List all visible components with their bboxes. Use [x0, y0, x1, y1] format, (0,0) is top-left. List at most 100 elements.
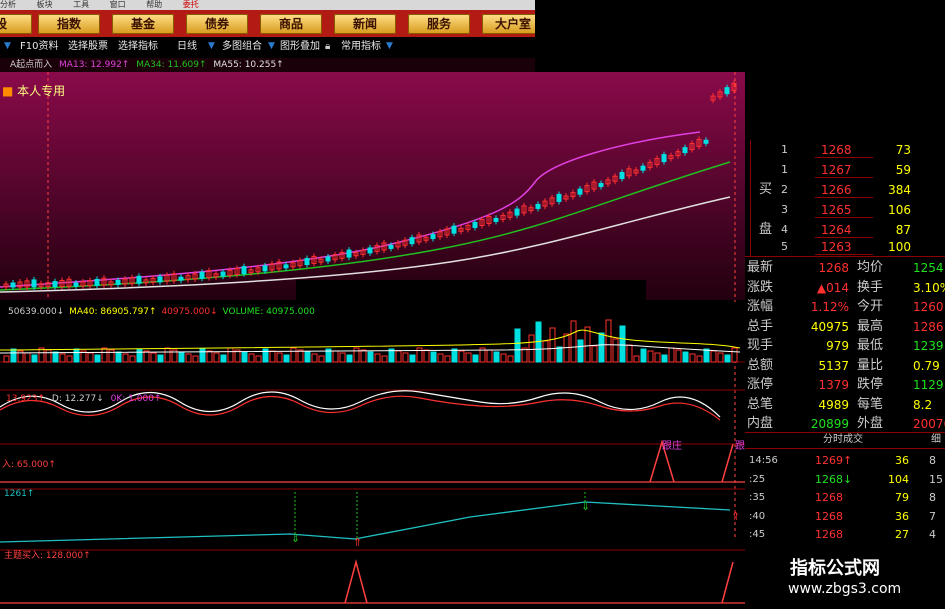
- volume-bar: [157, 354, 164, 363]
- quote-label: 均价: [857, 260, 884, 275]
- quote-value: 5137: [818, 358, 849, 373]
- quote-value: 1239: [913, 339, 944, 353]
- quote-label: 量比: [857, 357, 884, 373]
- tick-price: 1268: [815, 509, 843, 523]
- up-arrow-icon: ⇑: [731, 510, 740, 523]
- quote-label: 最高: [857, 318, 884, 334]
- up-arrow-icon: ⇑: [353, 536, 362, 549]
- volume: 100: [888, 240, 911, 254]
- indicator-dropdown-icon[interactable]: ▼: [386, 41, 393, 51]
- chart-area[interactable]: ⇓ ⇑ ⇓ ⇑: [0, 72, 745, 609]
- volume-bar: [115, 351, 122, 363]
- nav-bar: 股 指数 基金 债券 商品 新闻 服务 大户室: [0, 10, 544, 37]
- tick-row: :35 1268 79 8: [745, 488, 945, 508]
- lock-icon[interactable]: 🔒︎: [325, 40, 330, 54]
- menu-item[interactable]: 窗口: [110, 0, 126, 9]
- divider: [745, 448, 945, 449]
- tick-count: 7: [929, 509, 936, 523]
- f10-button[interactable]: F10资料: [20, 40, 58, 54]
- tick-time: 14:56: [749, 455, 778, 466]
- quote-row: 总额 5137 量比 0.79: [745, 356, 945, 376]
- menu-item[interactable]: 板块: [37, 0, 53, 9]
- quote-value: 979: [826, 339, 849, 353]
- quote-label: 跌停: [857, 377, 884, 392]
- quote-value: 20899: [810, 417, 849, 431]
- period-dropdown-icon[interactable]: ▼: [208, 41, 215, 51]
- overlay-button[interactable]: 图形叠加: [280, 40, 320, 54]
- tick-detail-button[interactable]: 细: [931, 432, 941, 448]
- volume-bar: [472, 354, 479, 363]
- nav-button-stock[interactable]: 股: [0, 14, 32, 34]
- level: 3: [781, 203, 788, 216]
- tick-price: 1269↑: [815, 454, 853, 467]
- tick-time: :45: [749, 529, 766, 540]
- quote-row: 涨幅 1.12% 今开 1260: [745, 297, 945, 317]
- volume-bar: [136, 348, 143, 363]
- quote-label: 内盘: [747, 416, 774, 431]
- tick-header: 分时成交: [823, 434, 863, 445]
- menu-item[interactable]: 委托: [183, 0, 199, 9]
- level: 5: [781, 240, 788, 253]
- volume-bar: [199, 348, 206, 363]
- nav-button-fund[interactable]: 基金: [112, 14, 174, 34]
- nav-button-service[interactable]: 服务: [408, 14, 470, 34]
- volume-bar: [514, 328, 521, 363]
- menu-bar: 分析 板块 工具 窗口 帮助 委托: [0, 0, 535, 10]
- volume-bar: [577, 339, 584, 363]
- quote-label: 涨幅: [747, 299, 774, 314]
- volume-bar: [304, 351, 311, 363]
- toolbar: ▼ F10资料 选择股票 选择指标 日线 ▼ 多图组合 ▼ 图形叠加 🔒︎ 常用…: [0, 38, 535, 56]
- divider: [745, 256, 945, 257]
- tick-time: :25: [749, 473, 766, 485]
- volume-bar: [682, 351, 689, 363]
- quote-label: 总笔: [747, 396, 774, 412]
- volume-bar: [451, 348, 458, 363]
- multi-chart-button[interactable]: 多图组合: [222, 40, 262, 54]
- volume-bar: [640, 348, 647, 363]
- common-indicator-button[interactable]: 常用指标: [341, 40, 381, 54]
- tick-count: 8: [929, 454, 936, 467]
- volume-bar: [220, 354, 227, 363]
- volume-bar: [31, 354, 38, 363]
- quote-row: 现手 979 最低 1239: [745, 336, 945, 356]
- select-indicator-button[interactable]: 选择指标: [118, 40, 158, 54]
- nav-button-index[interactable]: 指数: [38, 14, 100, 34]
- nav-button-commodity[interactable]: 商品: [260, 14, 322, 34]
- volume-bar: [52, 351, 59, 363]
- menu-item[interactable]: 分析: [0, 0, 16, 9]
- volume: 59: [895, 163, 911, 177]
- quote-value: 1268: [818, 261, 849, 275]
- quote-value: 4989: [818, 397, 849, 412]
- down-arrow-icon: ⇓: [291, 532, 300, 545]
- nav-button-bond[interactable]: 债券: [186, 14, 248, 34]
- volume-bar: [73, 348, 80, 363]
- underline: [815, 217, 873, 218]
- tick-price: 1268: [815, 528, 843, 541]
- underline: [815, 157, 873, 158]
- quote-row: 涨跌 ▲014 换手 3.10%: [745, 278, 945, 298]
- tick-count: 8: [929, 491, 936, 504]
- quote-value: 1.12%: [810, 300, 849, 314]
- buy-info-line: 主题买入: 128.000↑: [4, 551, 91, 561]
- tick-count: 15: [929, 472, 943, 486]
- dropdown-arrow-icon[interactable]: ▼: [4, 41, 11, 51]
- main-chart-label: ■ 本人专用: [2, 84, 66, 98]
- quote-row: 涨停 1379 跌停 1129: [745, 375, 945, 395]
- quote-label: 现手: [747, 338, 774, 353]
- underline: [815, 197, 873, 198]
- menu-item[interactable]: 帮助: [146, 0, 162, 9]
- ma13-value: MA13: 12.992↑: [59, 60, 130, 70]
- select-stock-button[interactable]: 选择股票: [68, 40, 108, 54]
- period-daily-button[interactable]: 日线: [177, 40, 197, 54]
- tick-volume: 104: [888, 472, 909, 486]
- multi-chart-dropdown-icon[interactable]: ▼: [268, 41, 275, 51]
- quote-value: 8.2: [913, 397, 933, 412]
- follow-tag: 跟: [735, 441, 745, 452]
- level: 2: [781, 183, 788, 196]
- quote-value: 1254: [913, 261, 944, 275]
- menu-item[interactable]: 工具: [73, 0, 89, 9]
- volume-bar: [619, 325, 626, 363]
- nav-button-news[interactable]: 新闻: [334, 14, 396, 34]
- tick-time: :40: [749, 510, 766, 522]
- quote-row: 内盘 20899 外盘 20076: [745, 414, 945, 434]
